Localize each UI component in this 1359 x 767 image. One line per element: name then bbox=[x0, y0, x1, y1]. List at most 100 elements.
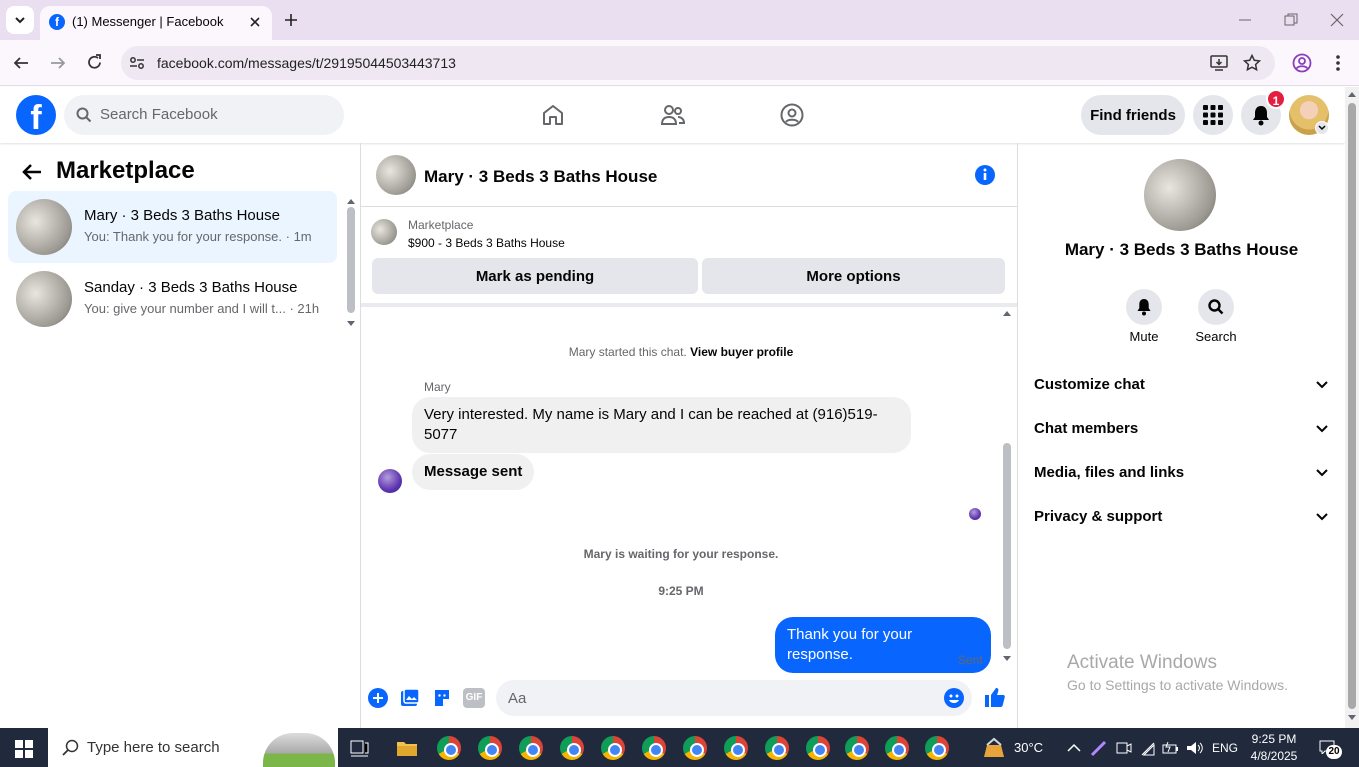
chat-members-section[interactable]: Chat members bbox=[1034, 420, 1328, 437]
sender-avatar[interactable] bbox=[378, 469, 402, 493]
close-tab-icon[interactable] bbox=[250, 17, 260, 27]
weather-icon[interactable] bbox=[981, 737, 1007, 759]
windows-start-icon[interactable] bbox=[15, 740, 33, 758]
search-icon bbox=[62, 739, 79, 756]
chat-started-text: Mary started this chat. bbox=[568, 345, 687, 359]
menu-button[interactable] bbox=[1193, 95, 1233, 135]
emoji-icon[interactable] bbox=[944, 688, 964, 708]
chrome-taskbar-icon[interactable] bbox=[845, 736, 869, 760]
close-window-icon[interactable] bbox=[1330, 13, 1344, 27]
thumbs-up-icon[interactable] bbox=[983, 686, 1005, 708]
sticker-icon[interactable] bbox=[432, 688, 452, 708]
scroll-down-icon[interactable] bbox=[347, 321, 355, 326]
conversation-item[interactable]: Sanday · 3 Beds 3 Baths House You: give … bbox=[8, 263, 337, 335]
privacy-support-section[interactable]: Privacy & support bbox=[1034, 508, 1328, 525]
chrome-taskbar-icon[interactable] bbox=[765, 736, 789, 760]
conversation-item[interactable]: Mary · 3 Beds 3 Baths House You: Thank y… bbox=[8, 191, 337, 263]
chrome-taskbar-icon[interactable] bbox=[601, 736, 625, 760]
view-buyer-profile-link[interactable]: View buyer profile bbox=[690, 345, 793, 359]
media-files-links-section[interactable]: Media, files and links bbox=[1034, 464, 1328, 481]
scroll-down-icon[interactable] bbox=[1348, 715, 1356, 720]
chat-scrollbar[interactable] bbox=[1003, 443, 1011, 649]
incoming-message[interactable]: Very interested. My name is Mary and I c… bbox=[412, 397, 911, 453]
customize-chat-section[interactable]: Customize chat bbox=[1034, 376, 1328, 393]
chrome-taskbar-icon[interactable] bbox=[437, 736, 461, 760]
wifi-icon[interactable] bbox=[1140, 740, 1156, 756]
notification-badge: 1 bbox=[1266, 89, 1286, 109]
plus-circle-icon[interactable] bbox=[368, 688, 388, 708]
back-arrow-icon[interactable] bbox=[13, 55, 29, 71]
groups-icon[interactable] bbox=[780, 103, 804, 127]
chrome-taskbar-icon[interactable] bbox=[560, 736, 584, 760]
browser-menu-icon[interactable] bbox=[1335, 54, 1341, 72]
mark-as-pending-button[interactable]: Mark as pending bbox=[372, 258, 698, 294]
back-arrow-icon[interactable] bbox=[22, 163, 42, 181]
info-icon[interactable] bbox=[974, 164, 996, 186]
site-settings-icon[interactable] bbox=[129, 55, 145, 71]
message-input[interactable]: Aa bbox=[496, 680, 972, 716]
more-options-button[interactable]: More options bbox=[702, 258, 1005, 294]
volume-icon[interactable] bbox=[1186, 740, 1204, 756]
mute-button[interactable] bbox=[1126, 289, 1162, 325]
address-bar[interactable]: facebook.com/messages/t/2919504450344371… bbox=[121, 46, 1275, 80]
chrome-taskbar-icon[interactable] bbox=[925, 736, 949, 760]
list-scrollbar[interactable] bbox=[347, 207, 355, 313]
chat-avatar[interactable] bbox=[376, 155, 416, 195]
meet-now-icon[interactable] bbox=[1116, 740, 1132, 756]
chrome-taskbar-icon[interactable] bbox=[683, 736, 707, 760]
bookmark-star-icon[interactable] bbox=[1243, 54, 1261, 72]
gif-icon[interactable]: GIF bbox=[463, 688, 485, 708]
find-friends-button[interactable]: Find friends bbox=[1081, 95, 1185, 135]
show-hidden-icons-chevron-icon[interactable] bbox=[1067, 743, 1081, 752]
clock-date[interactable]: 4/8/2025 bbox=[1246, 749, 1302, 763]
chrome-taskbar-icon[interactable] bbox=[806, 736, 830, 760]
scroll-up-icon[interactable] bbox=[1348, 92, 1356, 97]
section-label: Media, files and links bbox=[1034, 464, 1185, 481]
page-scrollbar-track[interactable] bbox=[1345, 87, 1359, 728]
scroll-down-icon[interactable] bbox=[1003, 656, 1011, 661]
task-view-icon[interactable] bbox=[350, 738, 370, 758]
browser-tab-messenger[interactable]: f (1) Messenger | Facebook bbox=[40, 6, 272, 40]
scroll-up-icon[interactable] bbox=[1003, 311, 1011, 316]
search-label: Search bbox=[1195, 329, 1237, 344]
minimize-icon[interactable] bbox=[1238, 14, 1252, 26]
profile-icon[interactable] bbox=[1292, 53, 1312, 73]
conversation-preview: You: Thank you for your response. · 1m bbox=[84, 229, 312, 244]
chat-title[interactable]: Mary · 3 Beds 3 Baths House bbox=[424, 167, 657, 187]
pen-app-icon[interactable] bbox=[1089, 738, 1109, 758]
forward-arrow-icon[interactable] bbox=[50, 55, 66, 71]
listing-thumbnail bbox=[371, 219, 397, 245]
url-text[interactable]: facebook.com/messages/t/2919504450344371… bbox=[157, 55, 456, 71]
notification-center-button[interactable]: 20 bbox=[1316, 737, 1342, 759]
account-dropdown[interactable] bbox=[1315, 121, 1329, 135]
home-icon[interactable] bbox=[541, 103, 565, 127]
incoming-message[interactable]: Message sent bbox=[412, 454, 535, 490]
facebook-logo-icon[interactable]: f bbox=[16, 95, 56, 135]
section-label: Privacy & support bbox=[1034, 508, 1163, 525]
scroll-up-icon[interactable] bbox=[347, 199, 355, 204]
weather-temperature[interactable]: 30°C bbox=[1014, 740, 1043, 755]
restore-icon[interactable] bbox=[1284, 13, 1298, 27]
photo-icon[interactable] bbox=[400, 688, 420, 708]
page-scrollbar-thumb[interactable] bbox=[1348, 103, 1356, 709]
chrome-taskbar-icon[interactable] bbox=[724, 736, 748, 760]
friends-icon[interactable] bbox=[660, 103, 686, 127]
facebook-search-input[interactable]: Search Facebook bbox=[64, 95, 344, 135]
search-in-chat-button[interactable] bbox=[1198, 289, 1234, 325]
section-label: Chat members bbox=[1034, 420, 1139, 437]
chrome-taskbar-icon[interactable] bbox=[885, 736, 909, 760]
reload-icon[interactable] bbox=[86, 54, 103, 71]
new-tab-icon[interactable] bbox=[284, 13, 298, 27]
file-explorer-icon[interactable] bbox=[396, 738, 418, 758]
chrome-taskbar-icon[interactable] bbox=[642, 736, 666, 760]
tab-search-button[interactable] bbox=[6, 6, 34, 34]
input-language[interactable]: ENG bbox=[1212, 741, 1238, 755]
chrome-taskbar-icon[interactable] bbox=[519, 736, 543, 760]
battery-icon[interactable] bbox=[1162, 740, 1180, 756]
clock-time[interactable]: 9:25 PM bbox=[1246, 732, 1302, 746]
chrome-taskbar-icon[interactable] bbox=[478, 736, 502, 760]
taskbar-search-box[interactable]: Type here to search bbox=[48, 728, 338, 767]
info-avatar bbox=[1144, 159, 1216, 231]
install-app-icon[interactable] bbox=[1210, 54, 1228, 72]
search-icon bbox=[1208, 299, 1224, 315]
